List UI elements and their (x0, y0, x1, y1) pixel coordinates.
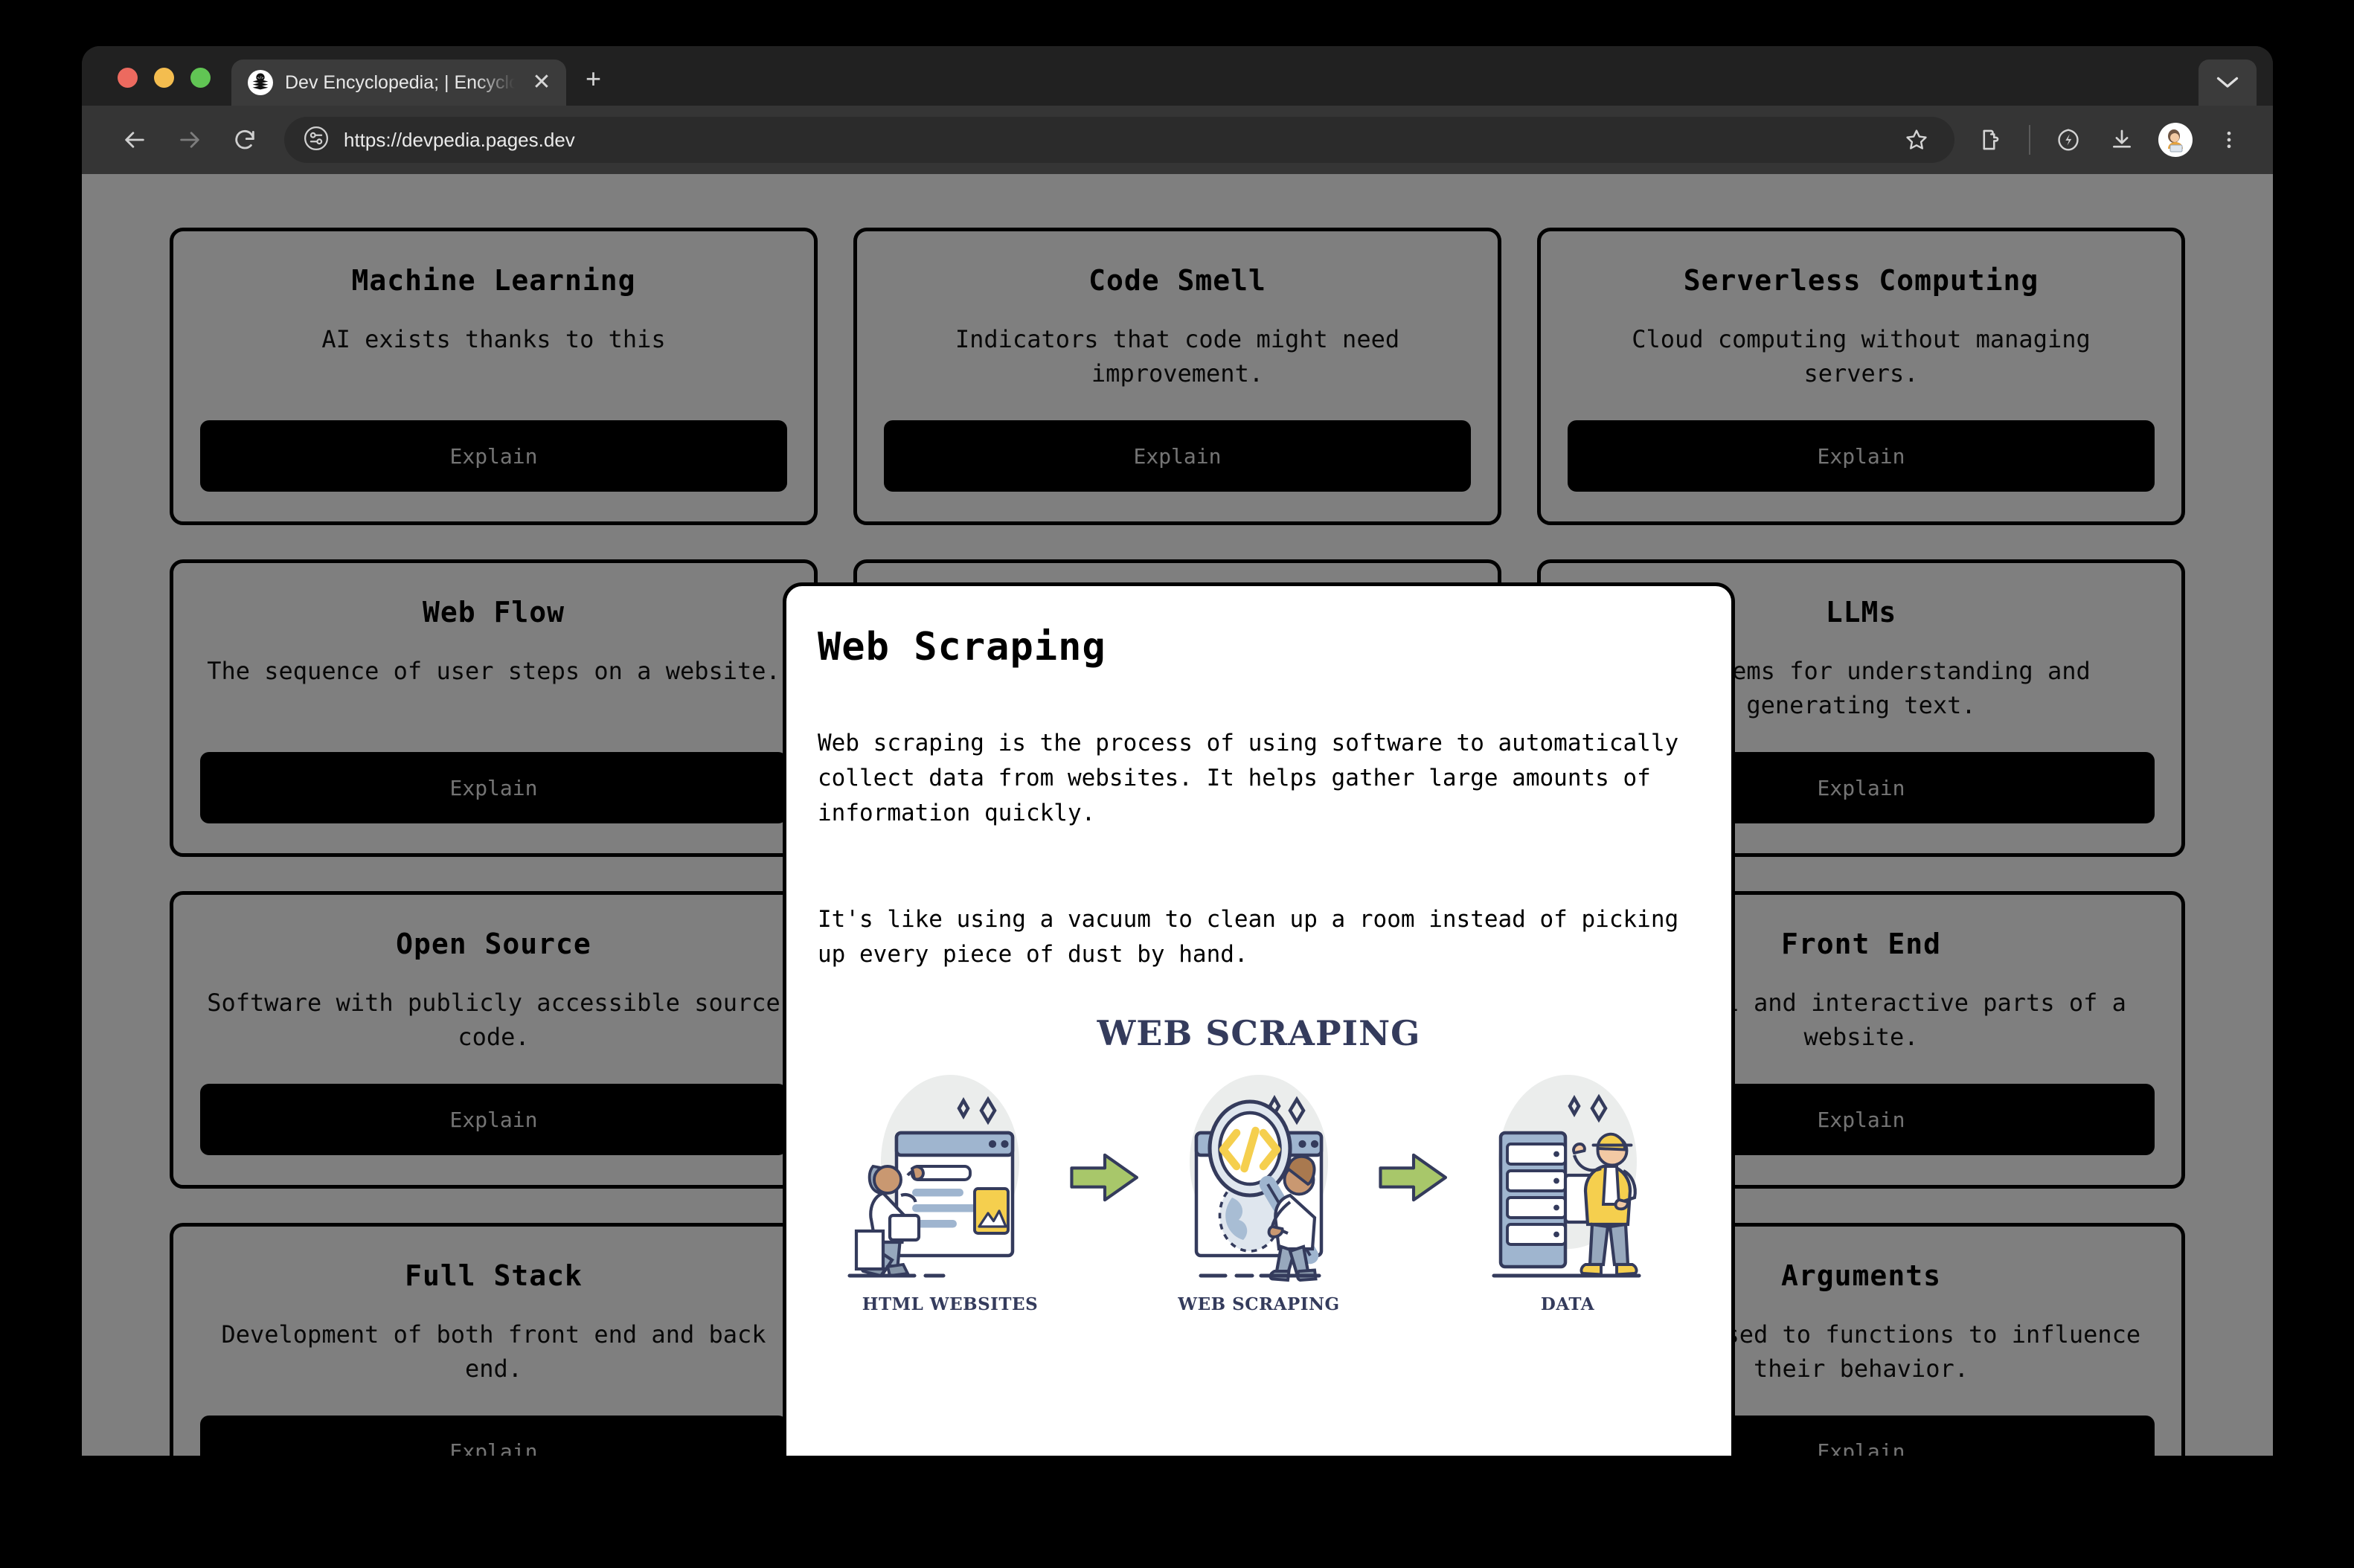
forward-button[interactable] (162, 112, 217, 167)
chrome-menu-icon[interactable] (2204, 115, 2254, 164)
performance-leaf-icon[interactable] (2044, 115, 2093, 164)
tab-title: Dev Encyclopedia; | Encyclopedia (285, 71, 517, 93)
tab-strip: </> Dev Encyclopedia; | Encyclopedia ✕ + (82, 46, 2273, 106)
chevron-down-icon[interactable] (2199, 60, 2257, 106)
close-window-button[interactable] (118, 68, 138, 88)
illustration-caption: HTML WEBSITES (862, 1294, 1039, 1314)
url-text[interactable]: https://devpedia.pages.dev (344, 129, 1877, 152)
reload-button[interactable] (217, 112, 272, 167)
illustration-title: WEB SCRAPING (1097, 1012, 1421, 1053)
modal-title: Web Scraping (818, 625, 1106, 669)
new-tab-button[interactable]: + (586, 65, 601, 92)
illustration-step-data: DATA (1456, 1064, 1679, 1314)
web-scraping-illustration: WEB SCRAPING HTML WEBSITES WEB SCRAPING … (818, 1013, 1700, 1314)
illustration-caption: WEB SCRAPING (1178, 1294, 1340, 1314)
window-traffic-lights (82, 68, 211, 106)
screen: </> Dev Encyclopedia; | Encyclopedia ✕ + (0, 0, 2354, 1568)
green-right-arrow-icon (1378, 1153, 1447, 1201)
close-tab-button[interactable]: ✕ (529, 71, 554, 94)
illustration-step-web-scraping: WEB SCRAPING (1147, 1064, 1370, 1314)
maximize-window-button[interactable] (190, 68, 211, 88)
green-right-arrow-icon (1069, 1153, 1138, 1201)
bookmark-star-icon[interactable] (1892, 115, 1941, 164)
illustration-arrow-2 (1370, 1064, 1456, 1204)
toolbar-divider (2029, 125, 2030, 155)
illustration-step-html-websites: HTML WEBSITES (838, 1064, 1062, 1314)
back-button[interactable] (107, 112, 162, 167)
profile-avatar[interactable] (2151, 115, 2200, 164)
page-viewport: Machine LearningAI exists thanks to this… (82, 174, 2273, 1456)
magnifier-code-globe-illustration (1190, 1074, 1328, 1282)
modal-definition: Web scraping is the process of using sof… (818, 730, 1679, 827)
browser-window: </> Dev Encyclopedia; | Encyclopedia ✕ + (82, 46, 2273, 1456)
toolbar-actions (1966, 115, 2254, 164)
address-bar[interactable]: https://devpedia.pages.dev (284, 117, 1954, 163)
illustration-caption: DATA (1540, 1294, 1595, 1314)
explanation-modal: Web Scraping Web scraping is the process… (783, 582, 1735, 1456)
books-code-favicon: </> (248, 70, 273, 95)
illustration-arrow-1 (1062, 1064, 1147, 1204)
browser-tab[interactable]: </> Dev Encyclopedia; | Encyclopedia ✕ (231, 60, 566, 106)
site-settings-icon[interactable] (304, 126, 329, 155)
extensions-icon[interactable] (1966, 115, 2015, 164)
minimize-window-button[interactable] (154, 68, 174, 88)
modal-analogy: It's like using a vacuum to clean up a r… (818, 906, 1679, 968)
server-rack-person-illustration (1492, 1074, 1641, 1278)
browser-toolbar: https://devpedia.pages.dev (82, 106, 2273, 174)
downloads-icon[interactable] (2097, 115, 2146, 164)
illustration-steps: HTML WEBSITES WEB SCRAPING DATA (818, 1064, 1700, 1314)
person-browsing-website-illustration (847, 1074, 1019, 1278)
